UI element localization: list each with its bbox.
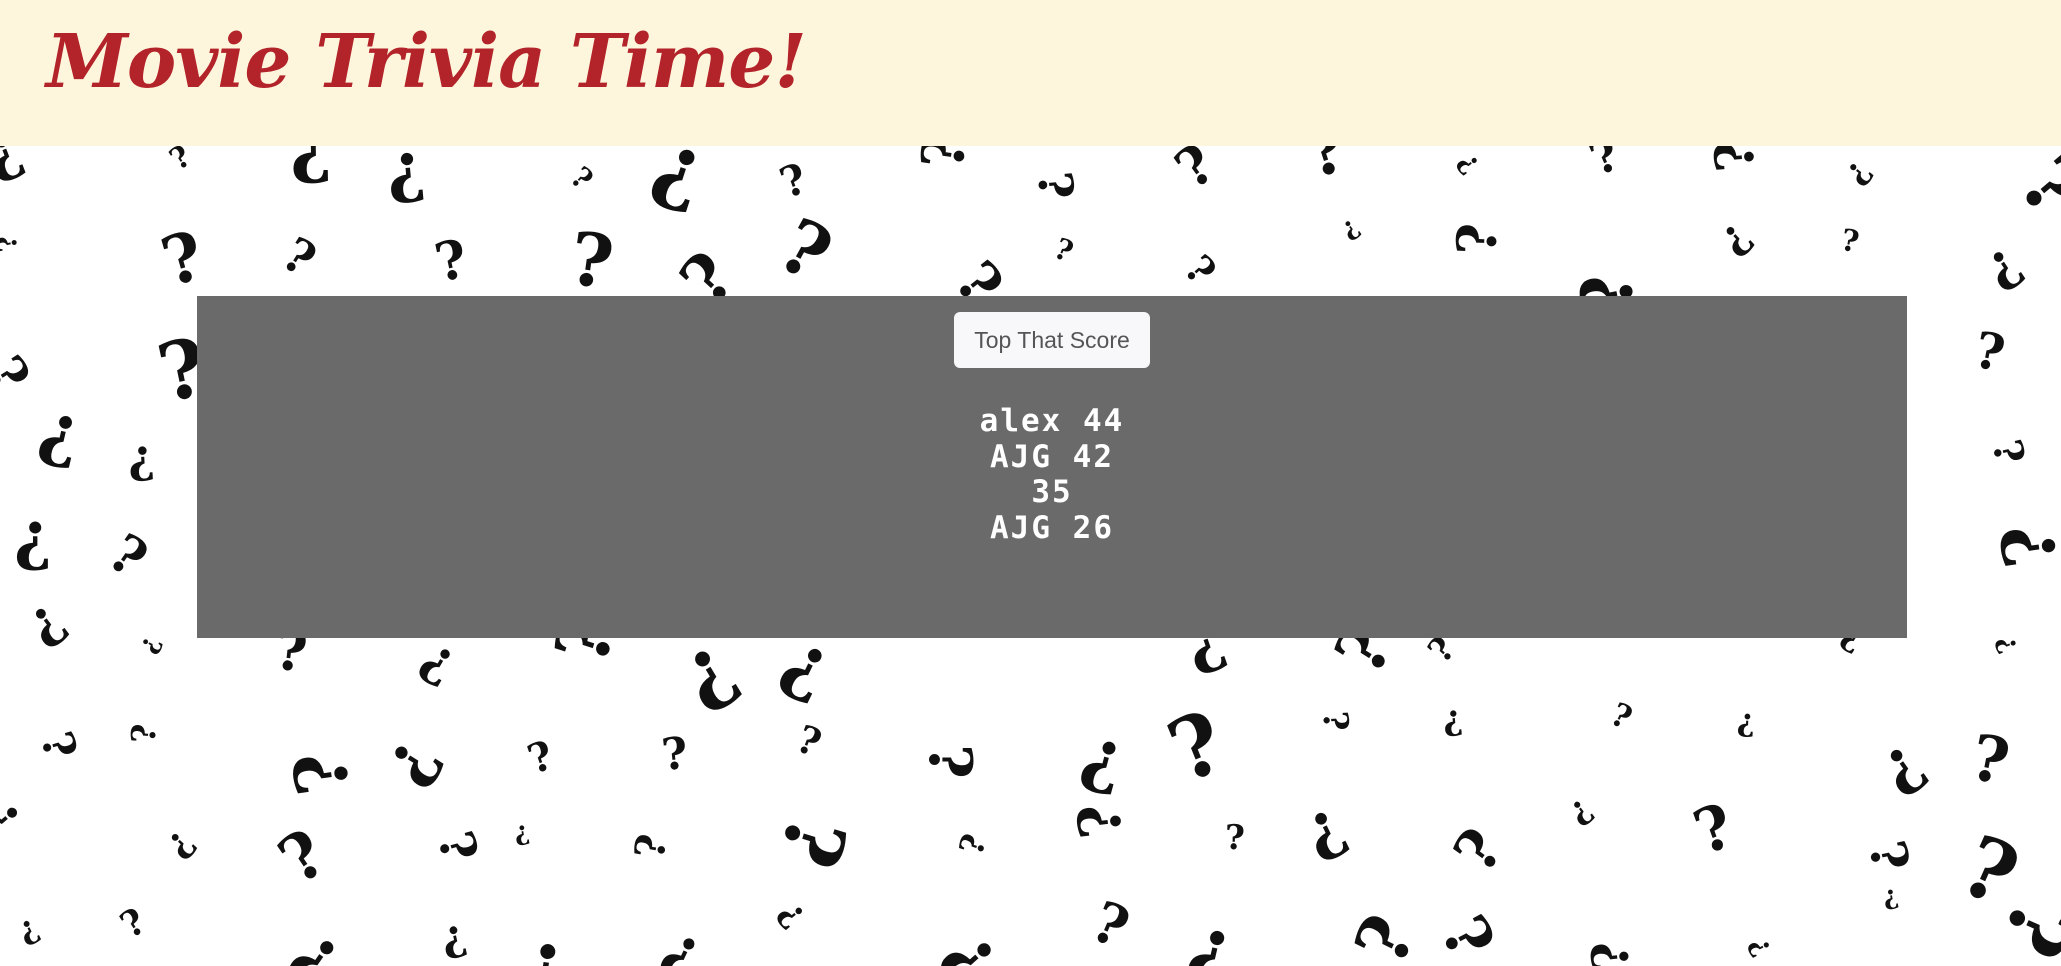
question-mark-icon: ? xyxy=(768,894,814,937)
question-mark-icon: ? xyxy=(1857,835,1922,877)
question-mark-icon: ? xyxy=(1989,631,2025,658)
question-mark-icon: ¿ xyxy=(1971,229,2031,298)
question-mark-icon: ? xyxy=(638,146,716,233)
question-mark-icon: ¿ xyxy=(513,911,574,966)
question-mark-icon: ¿ xyxy=(1298,146,1359,203)
question-mark-icon: ? xyxy=(1604,694,1638,738)
question-mark-icon: ? xyxy=(1684,790,1743,869)
question-mark-icon: ¿ xyxy=(1834,150,1877,191)
question-mark-icon: ? xyxy=(1426,903,1510,966)
question-mark-icon: ¿ xyxy=(930,909,1023,966)
question-mark-icon: ? xyxy=(766,623,843,720)
question-mark-icon: ? xyxy=(1579,938,1642,966)
question-mark-icon: ¿ xyxy=(430,234,475,302)
question-mark-icon: ? xyxy=(152,215,213,302)
question-mark-icon: ? xyxy=(1314,710,1356,732)
question-mark-icon: ? xyxy=(1335,212,1366,246)
question-mark-icon: ? xyxy=(126,435,157,491)
question-mark-icon: ? xyxy=(383,146,429,218)
question-mark-icon: ¿ xyxy=(1707,209,1759,262)
question-mark-icon: ? xyxy=(1224,817,1246,859)
question-mark-icon: ? xyxy=(907,146,981,174)
question-mark-icon: ? xyxy=(1026,169,1084,202)
question-mark-icon: ¿ xyxy=(1709,146,1775,174)
question-mark-icon: ? xyxy=(1293,793,1360,877)
question-mark-icon: ¿ xyxy=(165,146,199,180)
question-mark-icon: ? xyxy=(1838,222,1862,261)
site-header: Movie Trivia Time! xyxy=(0,0,2061,146)
question-mark-icon: ? xyxy=(1736,705,1757,743)
question-mark-icon: ? xyxy=(764,200,846,300)
question-mark-icon: ? xyxy=(0,788,35,854)
question-mark-icon: ¿ xyxy=(14,498,53,574)
question-mark-icon: ? xyxy=(372,726,459,802)
question-mark-icon: ? xyxy=(1880,881,1901,915)
question-mark-icon: ¿ xyxy=(630,831,683,864)
question-mark-icon: ? xyxy=(1983,519,2061,573)
question-mark-icon: ¿ xyxy=(153,818,201,865)
question-mark-icon: ¿ xyxy=(0,349,36,407)
question-mark-icon: ? xyxy=(16,591,79,661)
question-mark-icon: ? xyxy=(1049,231,1079,270)
question-mark-icon: ? xyxy=(951,829,995,860)
question-mark-icon: ¿ xyxy=(749,801,855,876)
question-mark-icon: ? xyxy=(272,226,326,289)
question-mark-icon: ¿ xyxy=(1963,729,2014,809)
score-entry: 35 xyxy=(1031,474,1073,510)
question-mark-icon: ? xyxy=(564,159,600,197)
question-mark-icon: ? xyxy=(1178,909,1242,966)
score-list: alex 44 AJG 42 35 AJG 26 xyxy=(197,403,1907,546)
question-mark-icon: ¿ xyxy=(511,815,532,849)
question-mark-icon: ? xyxy=(667,626,756,732)
question-mark-icon: ? xyxy=(1444,222,1510,256)
question-mark-icon: ¿ xyxy=(278,906,362,966)
question-mark-icon: ¿ xyxy=(1159,702,1243,814)
score-entry: alex 44 xyxy=(979,403,1125,439)
question-mark-icon: ? xyxy=(30,395,89,484)
question-mark-icon: ? xyxy=(659,727,691,782)
score-entry: AJG 26 xyxy=(990,509,1114,546)
question-mark-icon: ¿ xyxy=(1168,146,1232,209)
question-mark-icon: ? xyxy=(521,731,560,784)
question-mark-icon: ¿ xyxy=(1992,146,2061,243)
question-mark-icon: ¿ xyxy=(1074,710,1136,801)
question-mark-icon: ? xyxy=(1969,319,2010,384)
question-mark-icon: ? xyxy=(133,631,168,659)
question-mark-icon: ¿ xyxy=(412,625,469,693)
question-mark-icon: ¿ xyxy=(419,826,483,871)
question-mark-icon: ¿ xyxy=(1744,930,1782,961)
question-mark-icon: ¿ xyxy=(1079,895,1136,966)
question-mark-icon: ? xyxy=(289,146,333,199)
question-mark-icon: ? xyxy=(123,722,164,745)
question-mark-icon: ¿ xyxy=(25,727,82,767)
question-mark-icon: ¿ xyxy=(788,721,826,772)
question-mark-icon: ¿ xyxy=(906,744,976,779)
question-mark-icon: ? xyxy=(564,215,619,307)
question-mark-icon: ? xyxy=(12,910,47,954)
question-mark-icon: ? xyxy=(1982,887,2061,966)
question-mark-icon: ? xyxy=(1982,435,2034,469)
question-mark-icon: ¿ xyxy=(1447,821,1524,890)
question-mark-icon: ? xyxy=(97,521,159,591)
question-mark-icon: ? xyxy=(0,146,34,196)
score-entry: AJG 42 xyxy=(990,438,1114,475)
scoreboard-panel: Top That Score alex 44 AJG 42 35 AJG 26 xyxy=(197,296,1907,638)
question-mark-icon: ¿ xyxy=(287,745,378,799)
question-mark-icon: ? xyxy=(265,814,340,900)
question-mark-icon: ? xyxy=(1174,246,1225,294)
question-mark-icon: ¿ xyxy=(1584,146,1630,193)
question-mark-icon: ? xyxy=(1441,701,1465,743)
question-mark-icon: ? xyxy=(1337,902,1433,966)
top-that-score-button[interactable]: Top That Score xyxy=(954,312,1150,368)
question-mark-icon: ? xyxy=(1868,730,1941,811)
site-title: Movie Trivia Time! xyxy=(46,19,807,105)
question-mark-icon: ¿ xyxy=(436,908,471,963)
question-mark-icon: ¿ xyxy=(115,903,156,951)
question-mark-icon: ? xyxy=(1449,147,1486,181)
question-mark-icon: ? xyxy=(1562,791,1602,834)
question-mark-icon: ¿ xyxy=(0,231,27,254)
question-mark-icon: ? xyxy=(649,917,712,966)
question-mark-icon: ? xyxy=(1064,799,1136,843)
